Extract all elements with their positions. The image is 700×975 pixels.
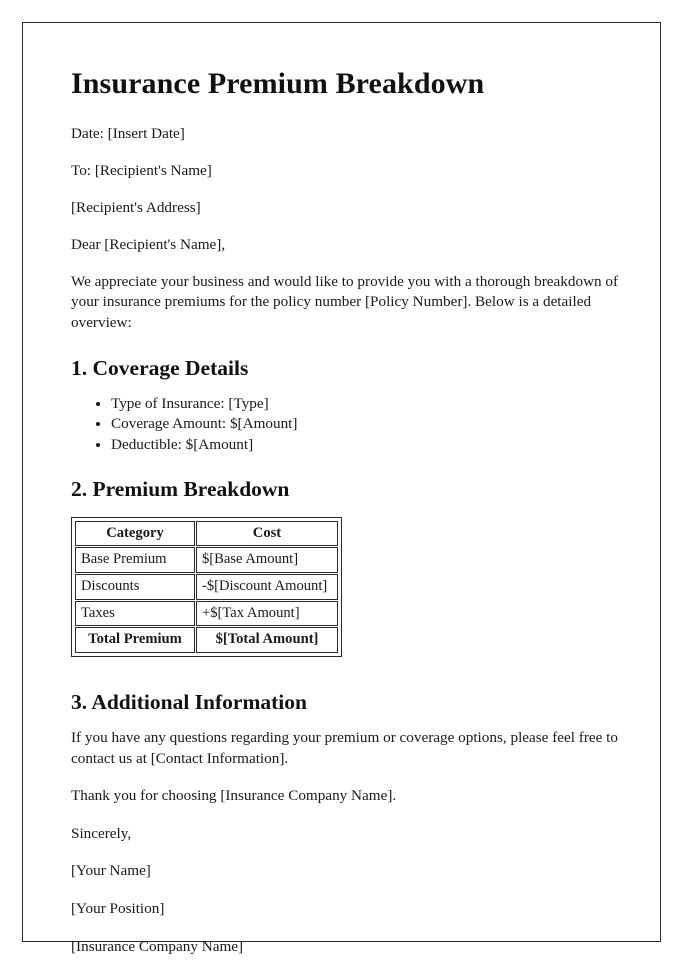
intro-paragraph: We appreciate your business and would li…: [71, 272, 619, 332]
thank-you-line: Thank you for choosing [Insurance Compan…: [71, 786, 397, 804]
date-line: Date: [Insert Date]: [71, 124, 185, 142]
list-item: Deductible: $[Amount]: [111, 435, 651, 455]
cell-cost: $[Base Amount]: [196, 547, 338, 574]
cell-cost: +$[Tax Amount]: [196, 600, 338, 627]
signature-position: [Your Position]: [71, 900, 165, 918]
table-row: Base Premium $[Base Amount]: [75, 547, 338, 574]
coverage-details-list: Type of Insurance: [Type] Coverage Amoun…: [71, 394, 651, 455]
section-heading-additional-information: 3. Additional Information: [71, 690, 307, 715]
cell-total-label: Total Premium: [75, 627, 195, 654]
recipient-name-line: To: [Recipient's Name]: [71, 161, 212, 179]
table-total-row: Total Premium $[Total Amount]: [75, 627, 338, 654]
contact-paragraph: If you have any questions regarding your…: [71, 728, 618, 767]
column-header-category: Category: [75, 520, 195, 547]
page-title: Insurance Premium Breakdown: [71, 67, 485, 100]
table-header-row: Category Cost: [75, 520, 338, 547]
document-page: Insurance Premium Breakdown Date: [Inser…: [22, 22, 661, 955]
cell-category: Discounts: [75, 574, 195, 600]
premium-breakdown-table: Category Cost Base Premium $[Base Amount…: [74, 520, 339, 654]
cell-total-value: $[Total Amount]: [196, 627, 338, 654]
document-body: Insurance Premium Breakdown Date: [Inser…: [71, 67, 651, 975]
premium-table-frame: Category Cost Base Premium $[Base Amount…: [71, 516, 342, 658]
salutation-line: Dear [Recipient's Name],: [71, 235, 226, 253]
list-item: Type of Insurance: [Type]: [111, 394, 651, 414]
recipient-address-line: [Recipient's Address]: [71, 198, 201, 216]
table-row: Taxes +$[Tax Amount]: [75, 600, 338, 627]
column-header-cost: Cost: [196, 520, 338, 547]
signature-company: [Insurance Company Name]: [71, 937, 244, 955]
signature-name: [Your Name]: [71, 862, 151, 880]
section-heading-coverage-details: 1. Coverage Details: [71, 356, 249, 381]
list-item: Coverage Amount: $[Amount]: [111, 414, 651, 434]
cell-category: Base Premium: [75, 547, 195, 574]
section-heading-premium-breakdown: 2. Premium Breakdown: [71, 476, 290, 501]
closing-line: Sincerely,: [71, 824, 132, 842]
cell-cost: -$[Discount Amount]: [196, 574, 338, 600]
cell-category: Taxes: [75, 600, 195, 627]
table-row: Discounts -$[Discount Amount]: [75, 574, 338, 600]
